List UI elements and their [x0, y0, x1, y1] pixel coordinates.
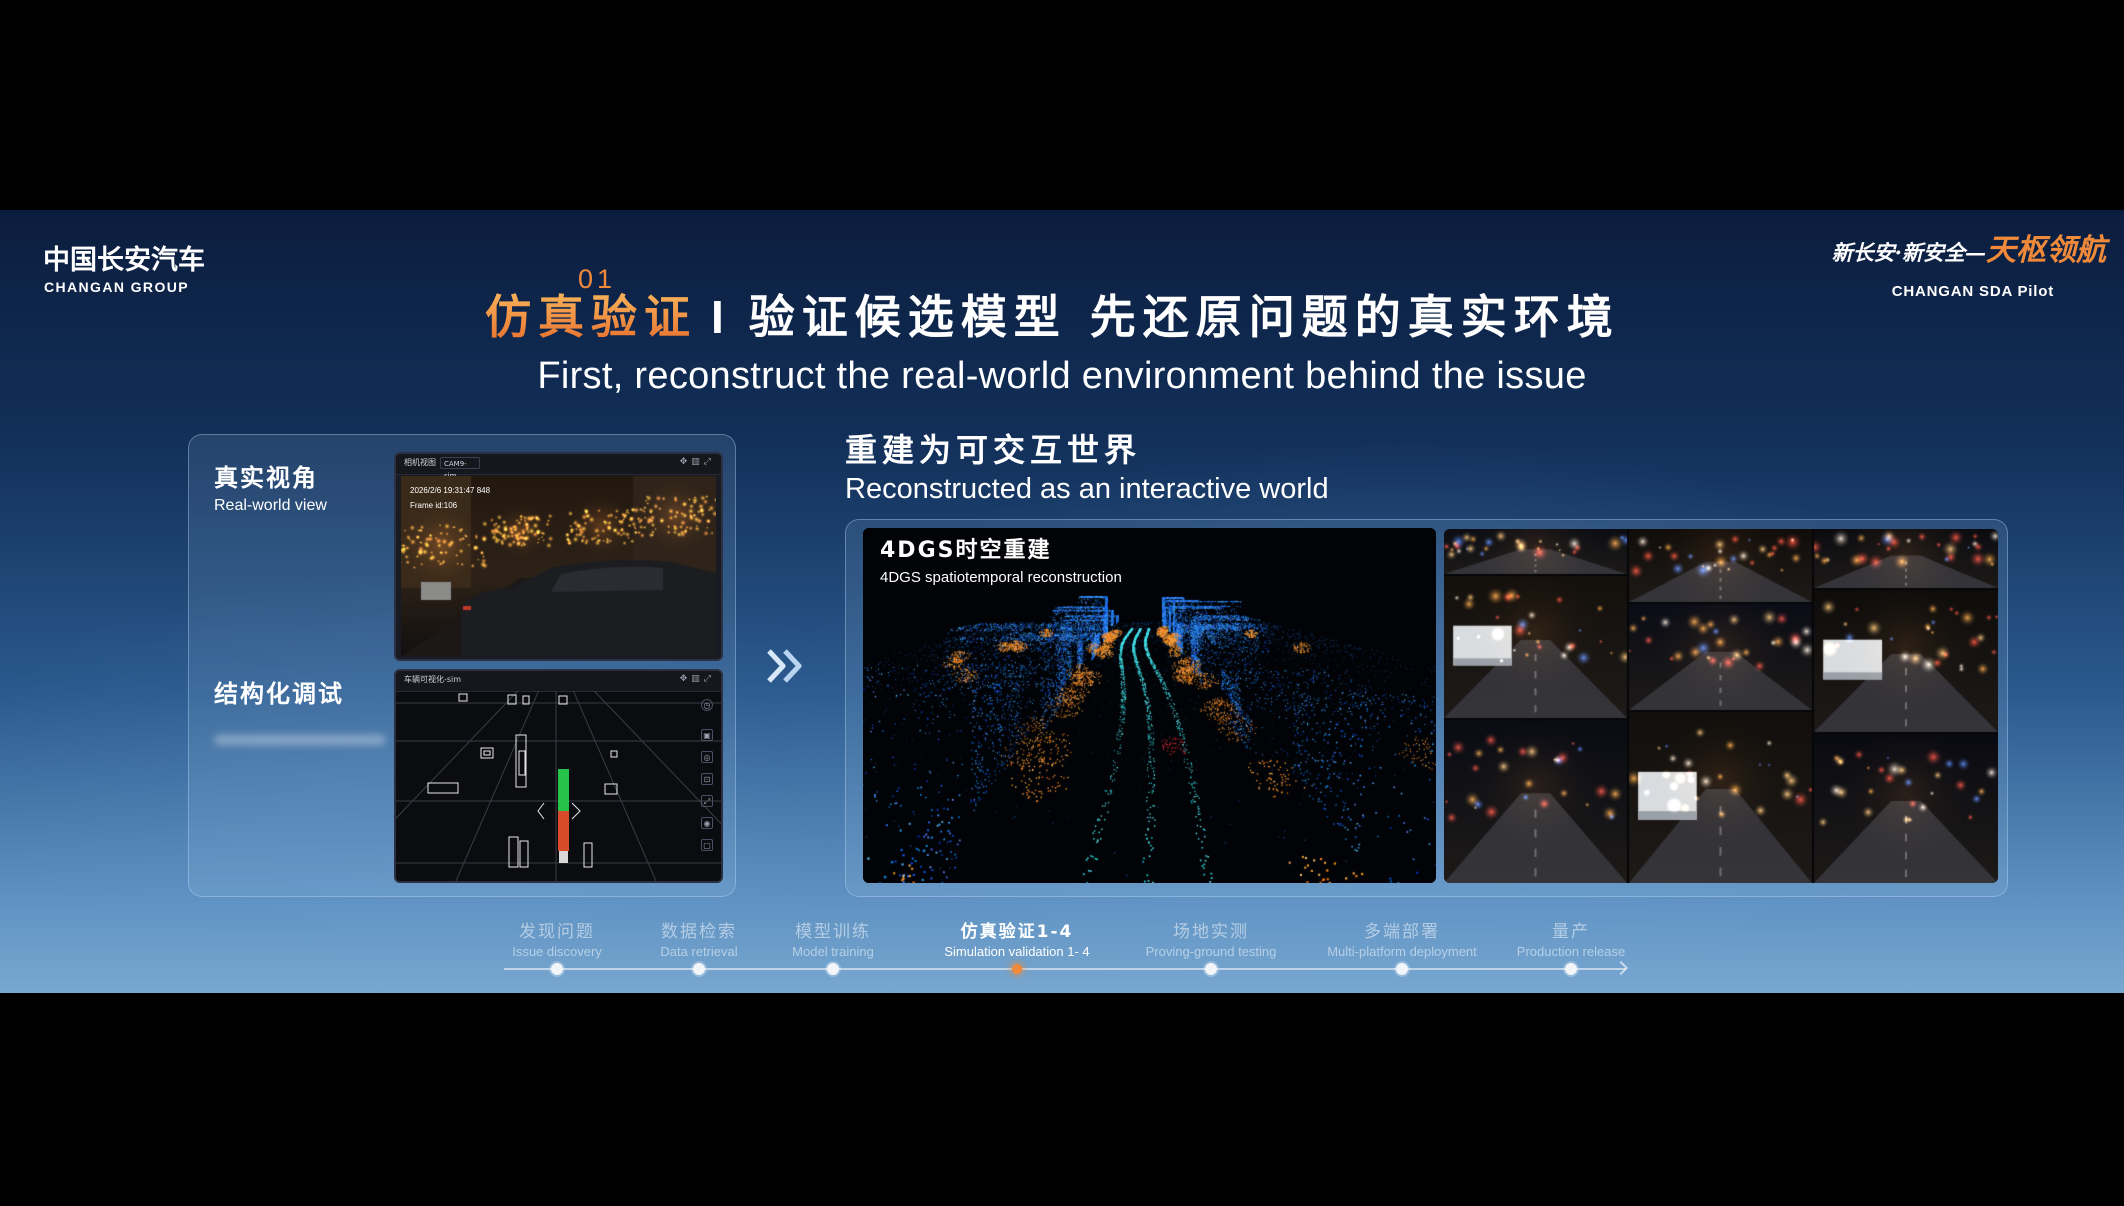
title-highlight: 仿真验证 [485, 290, 697, 344]
camera-view-title: 相机视图 [404, 458, 436, 467]
slide-title: 仿真验证 I 验证候选模型 先还原问题的真实环境 [485, 294, 1620, 340]
timeline-dot [1205, 963, 1217, 975]
expand-icon[interactable]: ⤢ [704, 457, 715, 467]
night-scene-photos [1444, 529, 1998, 883]
camera-view-window: 相机视图 CAM9-sim ✥▥⤢ 2026/2/6 19:31:47 848 … [394, 452, 723, 661]
timeline-dot [551, 963, 563, 975]
record-icon[interactable]: ◉ [701, 817, 713, 829]
night-scene-collage [1444, 529, 1998, 883]
interactive-world-subheading: Reconstructed as an interactive world [845, 473, 1329, 505]
layers-icon[interactable]: ▣ [701, 729, 713, 741]
square-icon[interactable]: ▢ [701, 839, 713, 851]
real-view-heading: 真实视角 [214, 464, 318, 492]
timeline-dot [1012, 964, 1022, 974]
brand-logo-en: CHANGAN GROUP [44, 279, 189, 295]
camera-view-header: 相机视图 CAM9-sim ✥▥⤢ [396, 454, 721, 480]
timeline-step-production-release: 量产 Production release [1441, 922, 1701, 959]
target-icon[interactable]: ◎ [701, 751, 713, 763]
reconstruction-title: 4DGS时空重建 [880, 538, 1052, 563]
section-number: 01 [578, 264, 617, 294]
pilot-slogan: 新长安·新安全—天枢领航 [1832, 236, 2106, 266]
interactive-world-heading: 重建为可交互世界 [845, 431, 1142, 469]
clock-icon[interactable]: ◷ [701, 699, 713, 711]
reconstruction-subtitle: 4DGS spatiotemporal reconstruction [880, 569, 1122, 586]
step-label-cn: 量产 [1552, 922, 1590, 942]
viz-object-boxes [427, 693, 618, 868]
frame-icon[interactable]: ⊡ [701, 773, 713, 785]
camera-header-icons[interactable]: ✥▥⤢ [680, 458, 715, 467]
vehicle-viz-header-icons[interactable]: ✥▥⤢ [680, 675, 715, 684]
reconstruction-view: 4DGS时空重建 4DGS spatiotemporal reconstruct… [863, 528, 1436, 883]
ego-vehicle-marker [558, 769, 569, 863]
slide-subtitle: First, reconstruct the real-world enviro… [537, 355, 1587, 397]
step-label-en: Production release [1516, 944, 1626, 959]
camera-timestamp: 2026/2/6 19:31:47 848 [410, 486, 491, 495]
vehicle-viz-title: 车辆可视化-sim [404, 675, 462, 684]
pilot-brand-en: CHANGAN SDA Pilot [1891, 283, 2054, 300]
brand-logo-cn: 中国长安汽车 [43, 245, 205, 276]
fullscreen-icon[interactable]: ⤢ [701, 795, 713, 807]
slogan-lead: 新长安·新安全— [1831, 240, 1986, 265]
slide: 中国长安汽车 CHANGAN GROUP 新长安·新安全—天枢领航 CHANGA… [0, 210, 2124, 993]
real-view-subheading: Real-world view [214, 497, 327, 514]
vehicle-viz-header: 车辆可视化-sim ✥▥⤢ [396, 671, 721, 692]
camera-select[interactable]: CAM9-sim [440, 457, 480, 480]
real-view-panel: 真实视角 Real-world view 结构化调试 相机视图 CAM9-sim… [188, 434, 736, 897]
timeline-line [504, 968, 1626, 970]
timeline-dot [693, 963, 705, 975]
double-chevron-right-icon [767, 649, 802, 683]
timeline-arrow-icon [1613, 960, 1629, 976]
timeline-dot [1396, 963, 1408, 975]
slogan-highlight: 天枢领航 [1986, 233, 2106, 268]
structured-debug-heading: 结构化调试 [214, 680, 344, 708]
move-icon[interactable]: ✥ [680, 674, 692, 684]
camera-frame-id: Frame id:106 [410, 501, 458, 510]
interactive-world-panel: 4DGS时空重建 4DGS spatiotemporal reconstruct… [845, 519, 2008, 897]
expand-icon[interactable]: ⤢ [704, 674, 715, 684]
timeline-dot [827, 963, 839, 975]
delete-icon[interactable]: ▥ [691, 674, 704, 684]
timeline-dot [1565, 963, 1577, 975]
blurred-caption [214, 735, 386, 745]
title-rest: 验证候选模型 先还原问题的真实环境 [748, 290, 1620, 344]
move-icon[interactable]: ✥ [680, 457, 692, 467]
vehicle-visualization-window: 车辆可视化-sim ✥▥⤢ ◷ ▣ ◎ ⊡ ⤢ ◉ ▢ [394, 669, 723, 883]
vehicle-viz-toolbar: ◷ ▣ ◎ ⊡ ⤢ ◉ ▢ [701, 699, 715, 861]
vehicle-viz-scene [396, 691, 721, 881]
delete-icon[interactable]: ▥ [691, 457, 704, 467]
title-separator: I [711, 291, 731, 343]
